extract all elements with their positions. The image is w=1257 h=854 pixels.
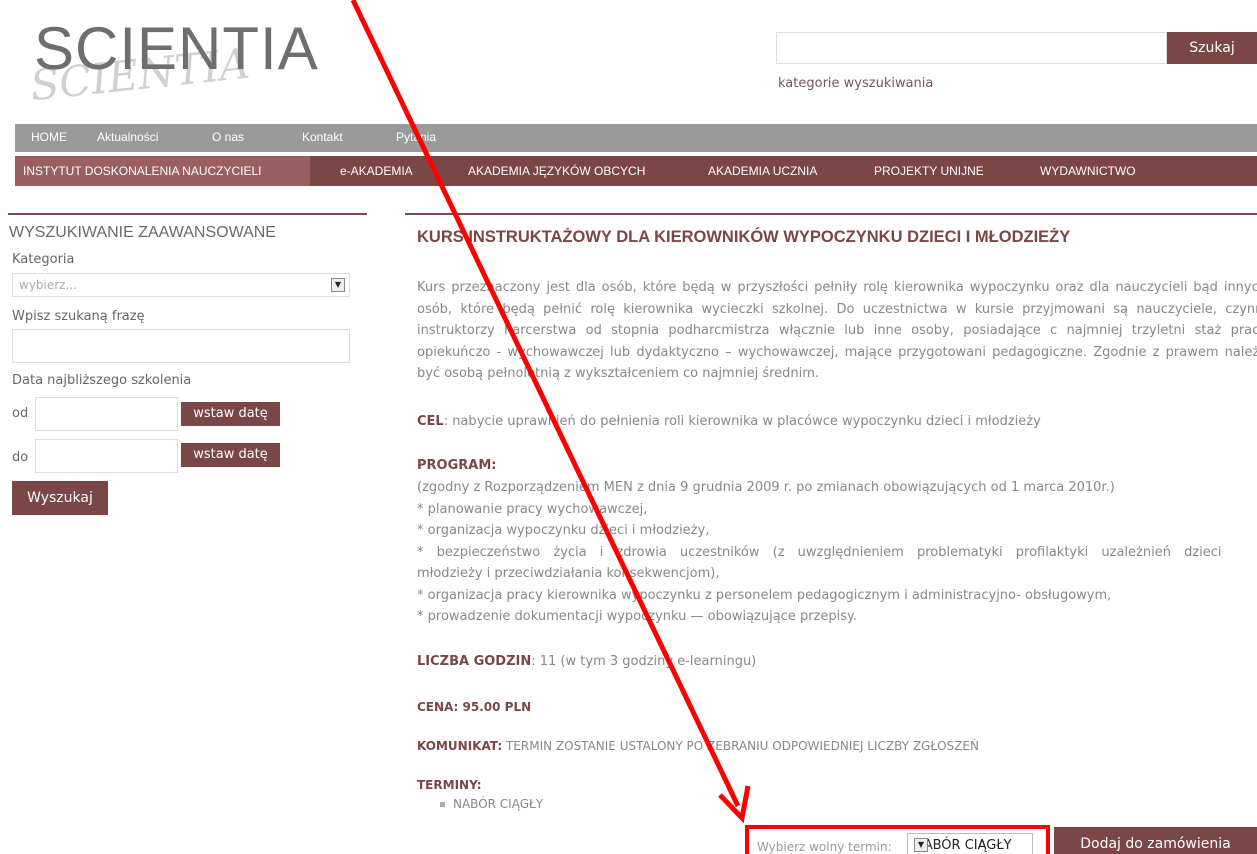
search-button[interactable]: Szukaj bbox=[1167, 32, 1257, 64]
hours-line: LICZBA GODZIN: 11 (w tym 3 godziny e-lea… bbox=[417, 654, 756, 669]
terms-label: TERMINY: bbox=[417, 778, 482, 792]
term-select-label: Wybierz wolny termin: bbox=[757, 840, 892, 854]
subnav-publishing[interactable]: WYDAWNICTWO bbox=[1040, 164, 1136, 178]
date-label: Data najbliższego szkolenia bbox=[12, 373, 192, 388]
date-from-input[interactable] bbox=[35, 397, 178, 431]
program-heading: PROGRAM: bbox=[417, 458, 496, 473]
chevron-down-icon[interactable]: ▼ bbox=[331, 278, 345, 292]
category-placeholder: wybierz... bbox=[19, 278, 77, 292]
notice-label: KOMUNIKAT: bbox=[417, 739, 503, 753]
nav-about[interactable]: O nas bbox=[212, 130, 244, 144]
from-label: od bbox=[12, 406, 29, 421]
subnav-teacher-institute[interactable]: INSTYTUT DOSKONALENIA NAUCZYCIELI bbox=[23, 164, 262, 178]
nav-questions[interactable]: Pytania bbox=[396, 130, 436, 144]
subnav-student-academy[interactable]: AKADEMIA UCZNIA bbox=[708, 164, 817, 178]
sidebar-divider bbox=[8, 213, 367, 215]
notice-text: TERMIN ZOSTANIE USTALONY PO ZEBRANIU ODP… bbox=[505, 739, 979, 753]
logo-text: SCIENTIA bbox=[34, 15, 319, 82]
term-text: NABÓR CIĄGŁY bbox=[453, 797, 544, 811]
bullet-icon bbox=[440, 802, 445, 807]
program-item: * organizacja pracy kierownika wypoczynk… bbox=[417, 587, 1112, 603]
notice-line: KOMUNIKAT: TERMIN ZOSTANIE USTALONY PO Z… bbox=[417, 739, 979, 753]
subnav-eu-projects[interactable]: PROJEKTY UNIJNE bbox=[874, 164, 984, 178]
goal-label: CEL bbox=[417, 414, 444, 429]
category-select[interactable]: wybierz... ▼ bbox=[12, 273, 350, 297]
goal-line: CEL: nabycie uprawnień do pełnienia roli… bbox=[417, 414, 1041, 429]
subnav-languages[interactable]: AKADEMIA JĘZYKÓW OBCYCH bbox=[468, 164, 645, 178]
nav-contact[interactable]: Kontakt bbox=[302, 130, 343, 144]
to-label: do bbox=[12, 450, 29, 465]
program-item: * prowadzenie dokumentacji wypoczynku — … bbox=[417, 609, 857, 624]
hours-text: : 11 (w tym 3 godziny e-learningu) bbox=[531, 654, 757, 669]
date-to-input[interactable] bbox=[35, 439, 178, 473]
add-to-order-button[interactable]: Dodaj do zamówienia bbox=[1054, 827, 1257, 854]
program-item: * planowanie pracy wychowawczej, bbox=[417, 501, 648, 517]
content-divider bbox=[405, 213, 1257, 215]
advanced-search-button[interactable]: Wyszukaj bbox=[12, 481, 108, 515]
program-item: (zgodny z Rozporządzeniem MEN z dnia 9 g… bbox=[417, 480, 1115, 495]
program-item: młodzieży i przeciwdziałania konsekwencj… bbox=[417, 566, 720, 581]
date-to-button[interactable]: wstaw datę bbox=[181, 443, 280, 467]
term-select[interactable]: NABÓR CIĄGŁY ▼ bbox=[907, 833, 1033, 854]
term-selector-highlight: Wybierz wolny termin: NABÓR CIĄGŁY ▼ bbox=[745, 825, 1050, 854]
arrow-head-icon bbox=[718, 785, 751, 824]
goal-text: : nabycie uprawnień do pełnienia roli ki… bbox=[443, 414, 1041, 429]
terms-list-item: NABÓR CIĄGŁY bbox=[440, 797, 543, 811]
phrase-input[interactable] bbox=[12, 329, 350, 363]
nav-home[interactable]: HOME bbox=[31, 130, 67, 144]
search-categories-link[interactable]: kategorie wyszukiwania bbox=[778, 76, 933, 91]
program-list: (zgodny z Rozporządzeniem MEN z dnia 9 g… bbox=[417, 477, 1257, 628]
date-from-button[interactable]: wstaw datę bbox=[181, 402, 280, 426]
price: CENA: 95.00 PLN bbox=[417, 700, 532, 714]
term-select-value: NABÓR CIĄGŁY bbox=[914, 838, 1012, 853]
phrase-label: Wpisz szukaną frazę bbox=[12, 309, 145, 324]
arrow-shaft bbox=[350, 0, 741, 808]
search-input[interactable] bbox=[776, 32, 1167, 64]
program-colon: : bbox=[491, 458, 497, 473]
nav-news[interactable]: Aktualności bbox=[97, 130, 158, 144]
sub-navigation: INSTYTUT DOSKONALENIA NAUCZYCIELI e-AKAD… bbox=[15, 156, 1257, 186]
sidebar-title: WYSZUKIWANIE ZAAWANSOWANE bbox=[9, 224, 276, 241]
category-label: Kategoria bbox=[12, 252, 75, 267]
site-logo[interactable]: SCIENTIA SCIENTIA bbox=[28, 8, 320, 110]
program-item: * bezpieczeństwo życia i zdrowia uczestn… bbox=[417, 544, 1222, 560]
hours-label: LICZBA GODZIN bbox=[417, 654, 532, 669]
course-title: KURS INSTRUKTAŻOWY DLA KIEROWNIKÓW WYPOC… bbox=[417, 228, 1071, 246]
program-item: * organizacja wypoczynku dzieci i młodzi… bbox=[417, 523, 710, 538]
course-description: Kurs przeznaczony jest dla osób, które b… bbox=[417, 280, 1257, 381]
program-label: PROGRAM bbox=[417, 458, 492, 473]
chevron-down-icon[interactable]: ▼ bbox=[914, 838, 928, 852]
subnav-e-academy[interactable]: e-AKADEMIA bbox=[340, 164, 413, 178]
top-navigation: HOME Aktualności O nas Kontakt Pytania bbox=[15, 124, 1257, 152]
